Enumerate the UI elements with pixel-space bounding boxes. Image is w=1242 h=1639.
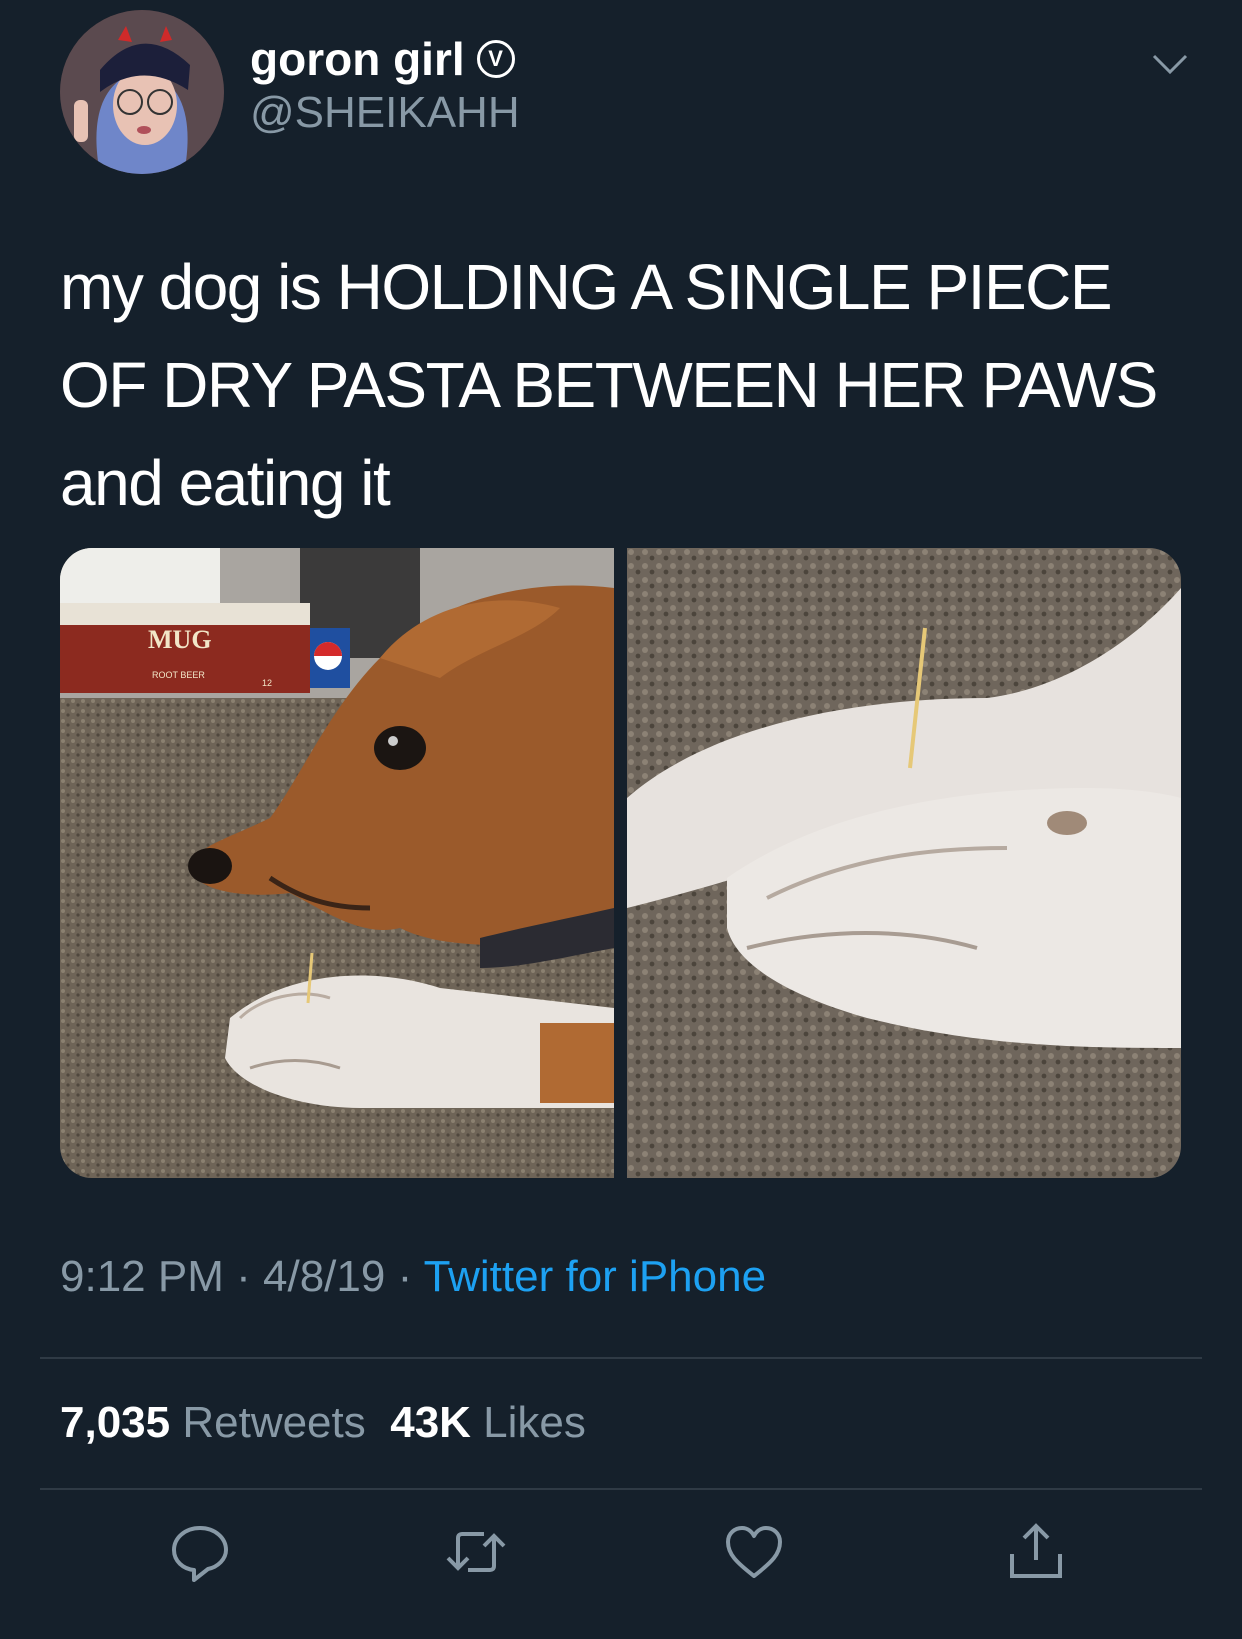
verified-icon: V [476, 40, 515, 78]
tweet-text-line: and eating it [60, 447, 391, 519]
tweet-meta: 9:12 PM · 4/8/19 · Twitter for iPhone [60, 1252, 766, 1302]
tweet-time: 9:12 PM [60, 1252, 224, 1301]
display-name[interactable]: goron girl V [250, 32, 515, 86]
tweet-text-line: my dog is HOLDING A SINGLE PIECE [60, 251, 1113, 323]
avatar[interactable] [60, 10, 224, 174]
tweet-stats: 7,035 Retweets 43K Likes [60, 1398, 586, 1448]
retweets-count: 7,035 [60, 1398, 171, 1447]
retweet-icon[interactable] [444, 1520, 508, 1584]
tweet-photo-1[interactable]: MUG ROOT BEER 12 [60, 548, 614, 1178]
tweet-source-link[interactable]: Twitter for iPhone [424, 1252, 766, 1301]
meta-separator: · [236, 1252, 251, 1301]
chevron-down-icon[interactable] [1150, 48, 1190, 78]
likes-count: 43K [390, 1398, 471, 1447]
retweets-label: Retweets [182, 1398, 366, 1447]
user-handle[interactable]: @SHEIKAHH [250, 88, 520, 138]
tweet-date: 4/8/19 [263, 1252, 386, 1301]
retweets-stat[interactable]: 7,035 Retweets [60, 1398, 366, 1447]
tweet-photo-2[interactable] [627, 548, 1181, 1178]
heart-icon[interactable] [722, 1520, 786, 1584]
reply-icon[interactable] [168, 1520, 232, 1584]
divider [40, 1357, 1202, 1359]
photo-box-count: 12 [262, 678, 272, 688]
photo-box-brand: MUG [148, 625, 212, 654]
meta-separator: · [397, 1252, 413, 1301]
share-icon[interactable] [1004, 1520, 1068, 1584]
photo-box-flavor: ROOT BEER [152, 670, 205, 680]
tweet-text: my dog is HOLDING A SINGLE PIECE OF DRY … [60, 238, 1210, 532]
divider [40, 1488, 1202, 1490]
likes-stat[interactable]: 43K Likes [390, 1398, 586, 1447]
likes-label: Likes [483, 1398, 586, 1447]
tweet-text-line: OF DRY PASTA BETWEEN HER PAWS [60, 349, 1158, 421]
display-name-text: goron girl [250, 33, 465, 85]
